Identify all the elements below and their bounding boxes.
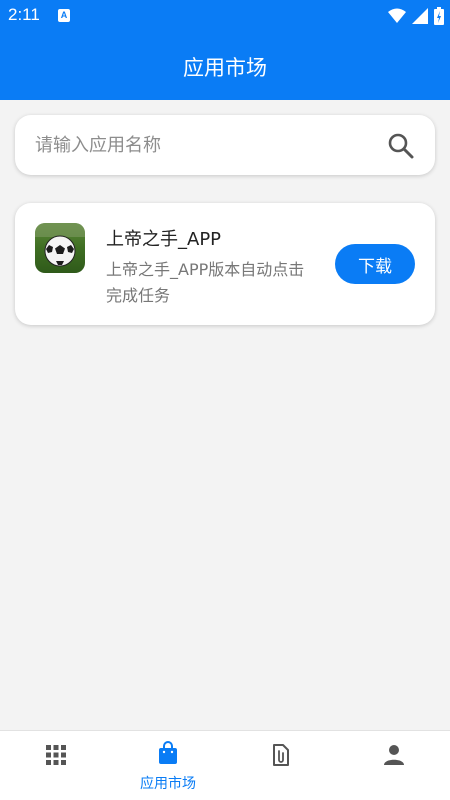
search-box <box>15 115 435 175</box>
tab-label-app-market: 应用市场 <box>140 776 196 792</box>
attachment-document-icon <box>273 744 289 766</box>
wifi-icon <box>388 8 406 23</box>
notification-badge-icon: A <box>58 9 70 22</box>
search-input[interactable] <box>35 129 375 161</box>
bottom-tab-bar: 应用市场 <box>0 730 450 800</box>
shopping-bag-icon <box>159 741 177 764</box>
status-time: 2:11 <box>8 5 40 24</box>
search-icon[interactable] <box>387 132 415 160</box>
status-bar: 2:11 A <box>0 0 450 32</box>
grid-icon <box>46 745 66 765</box>
cell-signal-icon <box>412 8 428 24</box>
download-button[interactable]: 下载 <box>335 244 415 284</box>
page-title: 应用市场 <box>183 56 267 80</box>
system-icons <box>388 7 444 25</box>
tab-documents[interactable] <box>224 731 336 800</box>
tab-grid[interactable] <box>0 731 112 800</box>
tab-app-market[interactable]: 应用市场 <box>112 731 224 800</box>
app-list-item[interactable]: 上帝之手_APP 上帝之手_APP版本自动点击完成任务 下载 <box>15 203 435 325</box>
app-bar: 应用市场 <box>0 32 450 100</box>
tab-profile[interactable] <box>338 731 450 800</box>
app-description: 上帝之手_APP版本自动点击完成任务 <box>106 260 305 305</box>
battery-icon <box>434 7 444 25</box>
app-name: 上帝之手_APP <box>106 229 222 250</box>
soccer-ball-icon <box>35 223 85 273</box>
person-icon <box>384 745 404 765</box>
